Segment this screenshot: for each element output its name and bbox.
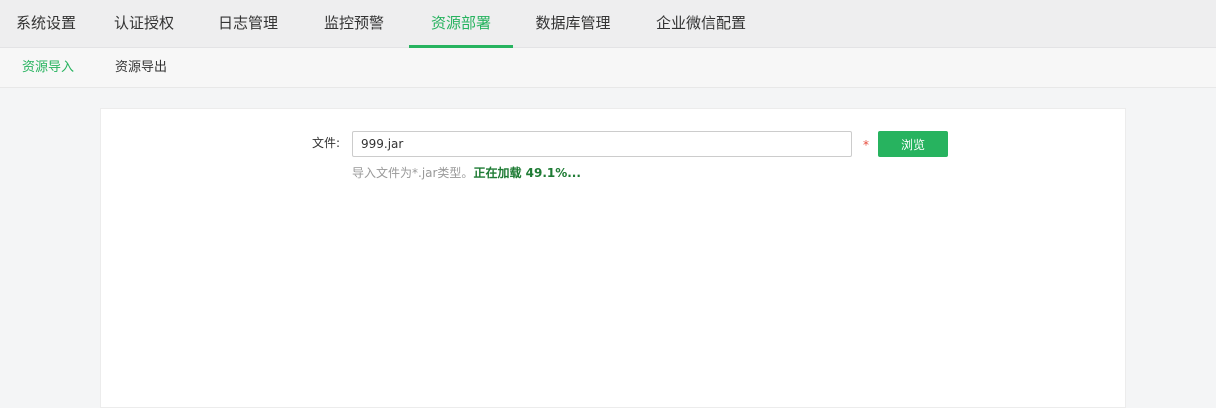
tab-system-settings[interactable]: 系统设置 (0, 0, 92, 48)
tab-resource-deploy[interactable]: 资源部署 (409, 0, 513, 48)
file-input[interactable] (352, 131, 852, 157)
loading-status: 正在加载 49.1%... (473, 166, 581, 180)
hint-text: 导入文件为*.jar类型。 (352, 166, 474, 180)
subtab-resource-import[interactable]: 资源导入 (22, 48, 74, 88)
tab-database-management[interactable]: 数据库管理 (513, 0, 633, 48)
tab-wecom-config[interactable]: 企业微信配置 (633, 0, 769, 48)
file-label: 文件: (312, 136, 341, 150)
tab-monitoring[interactable]: 监控预警 (300, 0, 408, 48)
tab-auth[interactable]: 认证授权 (92, 0, 196, 48)
sub-navigation: 资源导入 资源导出 (0, 48, 1216, 88)
browse-button[interactable]: 浏览 (878, 131, 948, 157)
file-hint: 导入文件为*.jar类型。正在加载 49.1%... (352, 164, 581, 181)
subtab-resource-export[interactable]: 资源导出 (115, 48, 167, 88)
top-navigation: 系统设置 认证授权 日志管理 监控预警 资源部署 数据库管理 企业微信配置 (0, 0, 1216, 48)
tab-log-management[interactable]: 日志管理 (196, 0, 300, 48)
required-mark: * (863, 138, 869, 152)
